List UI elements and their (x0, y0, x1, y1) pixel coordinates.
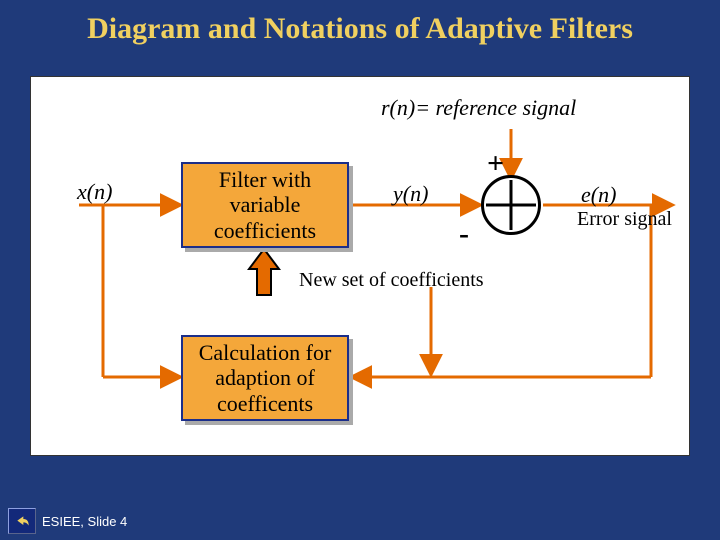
output-signal-label: y(n) (393, 181, 428, 207)
filter-block: Filter with variable coefficients (181, 162, 349, 248)
calc-block: Calculation for adaption of coefficents (181, 335, 349, 421)
minus-sign: - (459, 217, 469, 251)
error-signal-label: e(n) (581, 182, 616, 208)
update-arrow (249, 249, 279, 295)
return-icon (14, 513, 30, 529)
error-signal-sublabel: Error signal (577, 209, 672, 230)
reference-signal-label: r(n)= reference signal (381, 95, 576, 121)
slide-footer: ESIEE, Slide 4 (8, 508, 127, 534)
slide-title: Diagram and Notations of Adaptive Filter… (0, 0, 720, 46)
input-signal-label: x(n) (77, 179, 112, 205)
slide-number: ESIEE, Slide 4 (42, 514, 127, 529)
new-coeff-label: New set of coefficients (299, 269, 484, 292)
summing-junction (481, 175, 541, 235)
diagram-canvas: r(n)= reference signal x(n) y(n) e(n) Er… (30, 76, 690, 456)
arrows-layer (31, 77, 691, 457)
return-button[interactable] (8, 508, 36, 534)
plus-sign: + (487, 147, 504, 181)
